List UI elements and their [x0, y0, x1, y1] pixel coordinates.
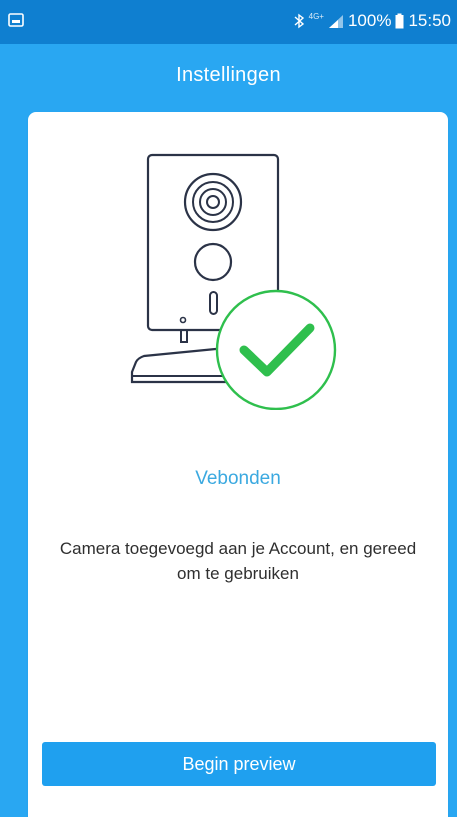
content-card: Vebonden Camera toegevoegd aan je Accoun… [28, 112, 448, 817]
status-right-group: 4G+ 100% 15:50 [293, 6, 451, 36]
image-notification-icon [8, 13, 24, 27]
connection-status-label: Vebonden [195, 468, 281, 489]
begin-preview-button[interactable]: Begin preview [42, 742, 436, 786]
network-type-label: 4G+ [308, 12, 324, 21]
bluetooth-icon [294, 13, 304, 29]
page-title: Instellingen [176, 64, 281, 86]
success-message: Camera toegevoegd aan je Account, en ger… [59, 539, 417, 583]
status-bar: 4G+ 100% 15:50 [0, 0, 457, 44]
battery-percent: 100% [347, 11, 392, 30]
camera-connected-icon [130, 153, 337, 410]
battery-icon [395, 13, 404, 29]
signal-icon [328, 15, 343, 28]
status-time: 15:50 [408, 11, 451, 30]
app-bar: Instellingen [0, 44, 457, 112]
